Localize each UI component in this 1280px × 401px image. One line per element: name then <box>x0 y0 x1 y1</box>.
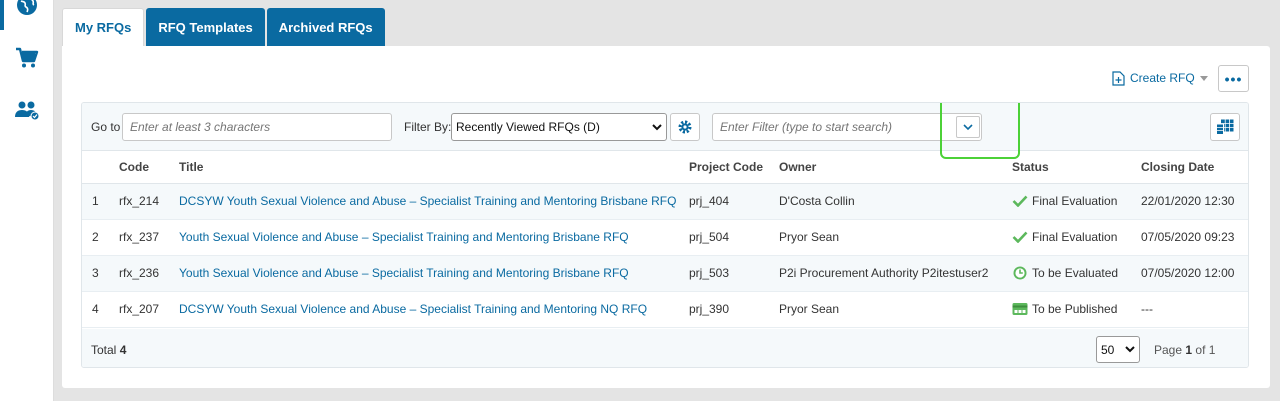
chevron-down-icon <box>1125 346 1135 353</box>
closing-date: --- <box>1141 291 1248 328</box>
users-icon[interactable] <box>14 97 40 123</box>
grid-toolbar: Go to Filter By: Recently Viewed RFQs (D… <box>82 103 1248 159</box>
owner: D'Costa Collin <box>779 183 1012 220</box>
filter-by-select[interactable]: Recently Viewed RFQs (D) <box>451 113 667 141</box>
page-size-value: 50 <box>1101 342 1115 357</box>
create-rfq-button[interactable]: Create RFQ <box>1112 66 1208 90</box>
globe-icon[interactable] <box>14 0 40 18</box>
col-header-title[interactable]: Title <box>179 151 689 184</box>
table-row[interactable]: 3 rfx_236 Youth Sexual Violence and Abus… <box>82 255 1248 292</box>
row-index: 4 <box>82 291 119 328</box>
grid-footer: Total 4 50 Page 1 of 1 <box>82 329 1248 367</box>
project-code: prj_503 <box>689 255 779 292</box>
table-header-row: Code Title Project Code Owner Status Clo… <box>82 151 1248 184</box>
tab-my-rfqs[interactable]: My RFQs <box>62 8 145 46</box>
col-header-index <box>82 151 119 184</box>
filter-search-input[interactable] <box>712 113 982 141</box>
status-cell: To be Evaluated <box>1012 265 1141 281</box>
table-row[interactable]: 4 rfx_207 DCSYW Youth Sexual Violence an… <box>82 291 1248 328</box>
clock-icon <box>1013 266 1027 280</box>
gear-icon <box>678 120 692 134</box>
page-of: of 1 <box>1195 343 1216 357</box>
owner: P2i Procurement Authority P2itestuser2 <box>779 255 1012 292</box>
check-icon <box>1012 231 1028 243</box>
project-code: prj_404 <box>689 183 779 220</box>
rfq-title-link[interactable]: DCSYW Youth Sexual Violence and Abuse – … <box>179 194 676 208</box>
closing-date: 07/05/2020 09:23 <box>1141 219 1248 256</box>
column-chooser-button[interactable] <box>1210 113 1240 141</box>
caret-down-icon <box>1199 75 1208 81</box>
cart-icon[interactable] <box>14 45 40 71</box>
status-label: Final Evaluation <box>1032 194 1118 208</box>
rfq-code: rfx_207 <box>119 291 179 328</box>
owner: Pryor Sean <box>779 291 1012 328</box>
col-header-status[interactable]: Status <box>1012 151 1141 184</box>
row-index: 3 <box>82 255 119 292</box>
rfq-code: rfx_237 <box>119 219 179 256</box>
rfq-code: rfx_236 <box>119 255 179 292</box>
table-row[interactable]: 1 rfx_214 DCSYW Youth Sexual Violence an… <box>82 183 1248 220</box>
rfq-code: rfx_214 <box>119 183 179 220</box>
total-value: 4 <box>119 343 127 357</box>
closing-date: 22/01/2020 12:30 <box>1141 183 1248 220</box>
page-current: 1 <box>1185 343 1193 357</box>
new-document-icon <box>1112 70 1125 86</box>
rfq-title-link[interactable]: Youth Sexual Violence and Abuse – Specia… <box>179 230 629 244</box>
page-size-select[interactable]: 50 <box>1096 336 1140 363</box>
tab-rfq-templates[interactable]: RFQ Templates <box>146 8 265 46</box>
filter-by-value: Recently Viewed RFQs (D) <box>456 120 600 134</box>
project-code: prj_390 <box>689 291 779 328</box>
columns-icon <box>1216 119 1234 135</box>
filter-by-label: Filter By: <box>404 120 452 134</box>
col-header-project-code[interactable]: Project Code <box>689 151 779 184</box>
row-index: 2 <box>82 219 119 256</box>
chevron-down-icon <box>963 123 973 130</box>
status-cell: Final Evaluation <box>1012 194 1141 208</box>
col-header-closing-date[interactable]: Closing Date <box>1141 151 1248 184</box>
row-index: 1 <box>82 183 119 220</box>
total-label: Total <box>91 343 117 357</box>
tab-archived-rfqs[interactable]: Archived RFQs <box>266 8 385 46</box>
col-header-code[interactable]: Code <box>119 151 179 184</box>
table-row[interactable]: 2 rfx_237 Youth Sexual Violence and Abus… <box>82 219 1248 256</box>
status-label: Final Evaluation <box>1032 230 1118 244</box>
rfq-title-link[interactable]: Youth Sexual Violence and Abuse – Specia… <box>179 266 629 280</box>
chevron-down-icon <box>652 123 662 130</box>
page-indicator: Page 1 of 1 <box>1154 343 1215 357</box>
project-code: prj_504 <box>689 219 779 256</box>
goto-input[interactable] <box>122 113 392 141</box>
main-panel: Create RFQ ••• Go to Filter By: Recently… <box>62 46 1270 388</box>
rfq-table: Code Title Project Code Owner Status Clo… <box>82 151 1248 328</box>
active-nav-indicator <box>0 0 4 30</box>
page-label: Page <box>1154 343 1183 357</box>
create-rfq-label: Create RFQ <box>1130 71 1195 85</box>
rfq-title-link[interactable]: DCSYW Youth Sexual Violence and Abuse – … <box>179 302 647 316</box>
publish-icon <box>1012 303 1028 315</box>
col-header-owner[interactable]: Owner <box>779 151 1012 184</box>
tab-bar: My RFQs RFQ Templates Archived RFQs <box>62 8 385 46</box>
status-cell: To be Published <box>1012 302 1141 316</box>
total-count: Total 4 <box>91 343 126 357</box>
filter-settings-button[interactable] <box>670 113 700 141</box>
rfq-grid: Go to Filter By: Recently Viewed RFQs (D… <box>81 102 1249 368</box>
closing-date: 07/05/2020 12:00 <box>1141 255 1248 292</box>
status-label: To be Evaluated <box>1032 266 1119 280</box>
status-label: To be Published <box>1032 302 1118 316</box>
more-actions-button[interactable]: ••• <box>1218 65 1249 92</box>
status-cell: Final Evaluation <box>1012 230 1141 244</box>
filter-dropdown-button[interactable] <box>956 116 980 138</box>
left-sidebar <box>0 0 54 401</box>
check-icon <box>1012 195 1028 207</box>
goto-label: Go to <box>91 120 121 134</box>
owner: Pryor Sean <box>779 219 1012 256</box>
